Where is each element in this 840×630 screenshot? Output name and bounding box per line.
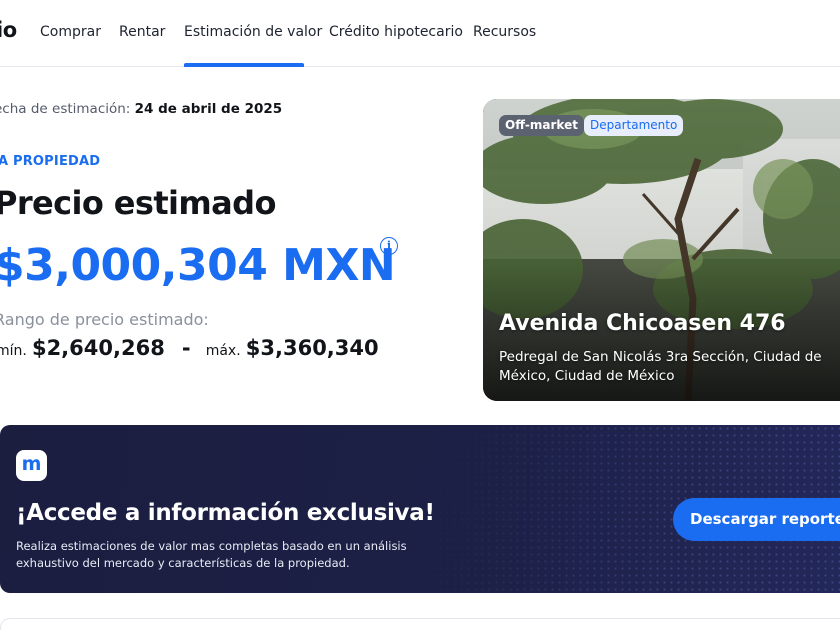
brand-logo[interactable]: io bbox=[0, 18, 17, 42]
info-icon[interactable]: i bbox=[380, 237, 398, 255]
range-min-label: mín. bbox=[0, 343, 27, 359]
property-address: Pedregal de San Nicolás 3ra Sección, Ciu… bbox=[499, 349, 822, 384]
nav-item-comprar[interactable]: Comprar bbox=[40, 24, 101, 40]
price-range: mín. $2,640,268 - máx. $3,360,340 bbox=[0, 336, 379, 360]
property-title: Avenida Chicoasen 476 bbox=[499, 311, 786, 336]
range-separator: - bbox=[181, 336, 191, 360]
nav-item-rentar[interactable]: Rentar bbox=[119, 24, 165, 40]
range-min-value: $2,640,268 bbox=[31, 336, 165, 360]
section-kicker: A PROPIEDAD bbox=[0, 154, 101, 169]
estimation-date-label: echa de estimación: bbox=[0, 101, 131, 117]
nav-item-credito-hipotecario[interactable]: Crédito hipotecario bbox=[329, 24, 463, 40]
estimation-date-value: 24 de abril de 2025 bbox=[134, 101, 283, 117]
page-title: Precio estimado bbox=[0, 184, 276, 222]
promo-title: ¡Accede a información exclusiva! bbox=[16, 500, 435, 526]
price-range-label: Rango de precio estimado: bbox=[0, 310, 209, 329]
download-report-label: Descargar reporte bbox=[690, 510, 840, 528]
property-card[interactable]: Off-market Departamento Avenida Chicoase… bbox=[483, 99, 840, 401]
promo-description: Realiza estimaciones de valor mas comple… bbox=[16, 539, 407, 570]
next-section-card bbox=[0, 618, 840, 630]
estimation-date: echa de estimación: 24 de abril de 2025 bbox=[0, 101, 282, 117]
range-max-label: máx. bbox=[205, 343, 241, 359]
nav-active-indicator bbox=[184, 63, 304, 67]
estimated-price: $3,000,304 MXN bbox=[0, 240, 396, 291]
download-report-button[interactable]: Descargar reporte ⌄ bbox=[673, 498, 840, 541]
brand-m-icon: m bbox=[16, 450, 47, 481]
property-type-badge: Departamento bbox=[584, 115, 684, 136]
nav-item-estimacion-de-valor[interactable]: Estimación de valor bbox=[184, 24, 322, 40]
status-badge: Off-market bbox=[499, 115, 584, 136]
top-nav: io Comprar Rentar Estimación de valor Cr… bbox=[0, 0, 840, 67]
range-max-value: $3,360,340 bbox=[245, 336, 379, 360]
promo-banner: m ¡Accede a información exclusiva! Reali… bbox=[0, 425, 840, 593]
nav-item-recursos[interactable]: Recursos bbox=[473, 24, 536, 40]
